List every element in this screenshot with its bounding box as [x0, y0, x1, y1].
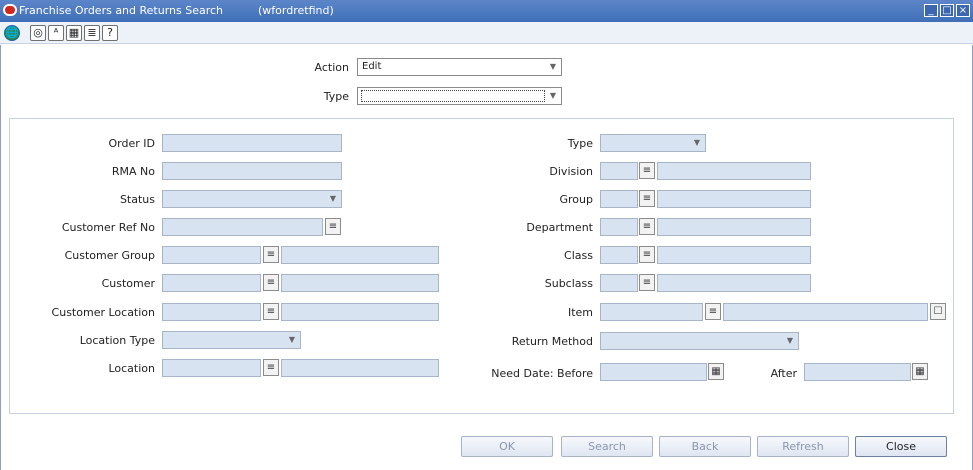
need-date-after-field[interactable]	[804, 363, 911, 381]
globe-icon[interactable]: 🌐	[4, 25, 20, 41]
group-label: Group	[559, 193, 594, 206]
customer-group-field[interactable]	[162, 246, 261, 264]
department-desc-field[interactable]	[657, 218, 811, 236]
division-label: Division	[549, 165, 593, 178]
list-of-values-icon[interactable]: ≡	[705, 303, 721, 320]
close-window-button[interactable]: ×	[956, 4, 970, 17]
list-of-values-icon[interactable]: ≡	[263, 359, 279, 376]
list-of-values-icon[interactable]: ≡	[639, 190, 655, 207]
chevron-down-icon: ▼	[329, 194, 337, 203]
item-label: Item	[567, 306, 593, 319]
help-icon[interactable]: ?	[102, 25, 118, 41]
calendar-icon[interactable]: ▦	[66, 25, 82, 41]
list-of-values-icon[interactable]: ≡	[263, 246, 279, 263]
return-method-select[interactable]: ▼	[600, 332, 799, 350]
after-label: After	[770, 367, 797, 380]
order-id-label: Order ID	[108, 137, 155, 150]
customer-location-desc-field[interactable]	[281, 303, 439, 321]
type-header-label: Type	[323, 90, 349, 103]
maximize-button[interactable]: □	[940, 4, 954, 17]
chevron-down-icon: ▼	[288, 335, 296, 344]
list-of-values-icon[interactable]: ≡	[263, 274, 279, 291]
class-label: Class	[564, 249, 593, 262]
class-field[interactable]	[600, 246, 638, 264]
type-header-select[interactable]: ▼	[357, 87, 562, 105]
customer-label: Customer	[101, 277, 155, 290]
location-field[interactable]	[162, 359, 261, 377]
toolbar: 🌐 ◎ ᴬ ▦ ≣ ?	[0, 22, 973, 44]
calendar-icon[interactable]: ▦	[708, 363, 724, 380]
refresh-button[interactable]: Refresh	[757, 436, 849, 457]
order-id-field[interactable]	[162, 134, 342, 152]
return-method-label: Return Method	[511, 335, 593, 348]
need-date-before-field[interactable]	[600, 363, 707, 381]
status-select[interactable]: ▼	[162, 190, 342, 208]
list-of-values-icon[interactable]: ≡	[639, 162, 655, 179]
rma-no-field[interactable]	[162, 162, 342, 180]
division-desc-field[interactable]	[657, 162, 811, 180]
chevron-down-icon: ▼	[693, 138, 701, 147]
department-field[interactable]	[600, 218, 638, 236]
customer-location-field[interactable]	[162, 303, 261, 321]
window-title: Franchise Orders and Returns Search	[19, 4, 224, 17]
customer-location-label: Customer Location	[51, 306, 155, 319]
print-icon[interactable]: ≣	[84, 25, 100, 41]
location-desc-field[interactable]	[281, 359, 439, 377]
back-button[interactable]: Back	[659, 436, 751, 457]
chevron-down-icon: ▼	[549, 62, 557, 71]
subclass-label: Subclass	[544, 277, 593, 290]
calendar-icon[interactable]: ▦	[912, 363, 928, 380]
title-bar: Franchise Orders and Returns Search (wfo…	[0, 0, 973, 22]
web-help-icon[interactable]: ◎	[30, 25, 46, 41]
need-date-before-label: Need Date: Before	[491, 367, 593, 380]
class-desc-field[interactable]	[657, 246, 811, 264]
list-of-values-icon[interactable]: ≡	[639, 246, 655, 263]
rma-no-label: RMA No	[111, 165, 155, 178]
action-value: Edit	[362, 61, 382, 72]
group-field[interactable]	[600, 190, 638, 208]
oracle-logo-icon	[3, 4, 17, 16]
list-of-values-icon[interactable]: ≡	[639, 218, 655, 235]
customer-ref-no-field[interactable]	[162, 218, 323, 236]
location-type-label: Location Type	[79, 334, 155, 347]
item-desc-field[interactable]	[723, 303, 928, 321]
type-label: Type	[567, 137, 593, 150]
department-label: Department	[526, 221, 593, 234]
customer-ref-no-label: Customer Ref No	[61, 221, 155, 234]
customer-group-desc-field[interactable]	[281, 246, 439, 264]
group-desc-field[interactable]	[657, 190, 811, 208]
subclass-desc-field[interactable]	[657, 274, 811, 292]
customer-desc-field[interactable]	[281, 274, 439, 292]
subclass-field[interactable]	[600, 274, 638, 292]
location-type-select[interactable]: ▼	[162, 331, 301, 349]
action-label: Action	[314, 61, 349, 74]
type-select[interactable]: ▼	[600, 134, 706, 152]
search-button[interactable]: Search	[561, 436, 653, 457]
ok-button[interactable]: OK	[461, 436, 553, 457]
customer-field[interactable]	[162, 274, 261, 292]
focus-outline	[361, 90, 545, 102]
list-of-values-icon[interactable]: ≡	[263, 303, 279, 320]
chevron-down-icon: ▼	[786, 336, 794, 345]
item-field[interactable]	[600, 303, 703, 321]
find-text-icon[interactable]: ᴬ	[48, 25, 64, 41]
item-details-icon[interactable]: ☐	[930, 303, 946, 320]
window-code: (wfordretfind)	[258, 4, 334, 17]
list-of-values-icon[interactable]: ≡	[325, 218, 341, 235]
close-button[interactable]: Close	[855, 436, 947, 457]
status-label: Status	[119, 193, 155, 206]
action-select[interactable]: Edit ▼	[357, 58, 562, 76]
list-of-values-icon[interactable]: ≡	[639, 274, 655, 291]
customer-group-label: Customer Group	[64, 249, 155, 262]
minimize-button[interactable]: _	[924, 4, 938, 17]
division-field[interactable]	[600, 162, 638, 180]
location-label: Location	[108, 362, 155, 375]
chevron-down-icon: ▼	[549, 91, 557, 100]
